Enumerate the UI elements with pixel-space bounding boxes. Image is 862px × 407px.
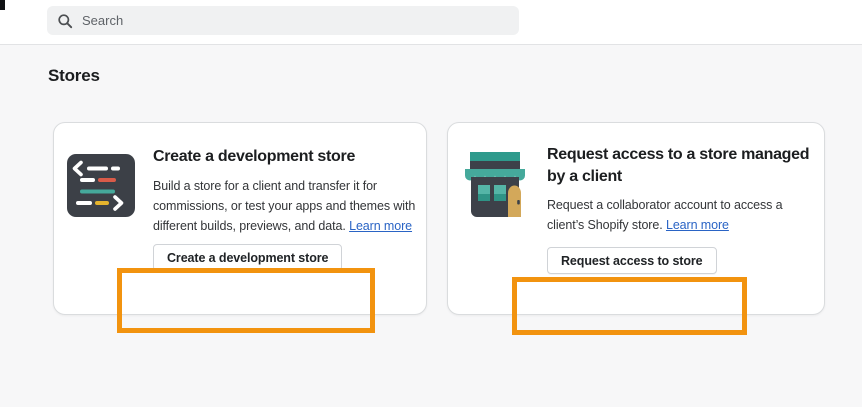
code-terminal-icon	[67, 154, 135, 217]
search-input[interactable]	[82, 6, 502, 35]
learn-more-link[interactable]: Learn more	[349, 219, 412, 233]
card-description: Request a collaborator account to access…	[547, 195, 813, 235]
request-access-to-store-button[interactable]: Request access to store	[547, 247, 717, 274]
search-box[interactable]	[47, 6, 519, 35]
stores-page: Stores Create a development store Build …	[0, 0, 862, 407]
card-title: Request access to a store managed by a c…	[547, 146, 810, 185]
search-icon	[58, 13, 73, 28]
card-description: Build a store for a client and transfer …	[153, 176, 431, 236]
create-development-store-button[interactable]: Create a development store	[153, 244, 343, 271]
corner-mark	[0, 0, 5, 10]
create-development-store-card: Create a development store Build a store…	[53, 122, 427, 315]
top-bar	[0, 0, 862, 44]
card-title: Create a development store	[153, 148, 356, 165]
card-description-text: Request a collaborator account to access…	[547, 198, 783, 232]
content-area: Stores Create a development store Build …	[0, 45, 862, 407]
storefront-icon	[465, 152, 525, 217]
request-access-card: Request access to a store managed by a c…	[447, 122, 825, 315]
learn-more-link[interactable]: Learn more	[666, 218, 729, 232]
page-title: Stores	[48, 66, 100, 85]
